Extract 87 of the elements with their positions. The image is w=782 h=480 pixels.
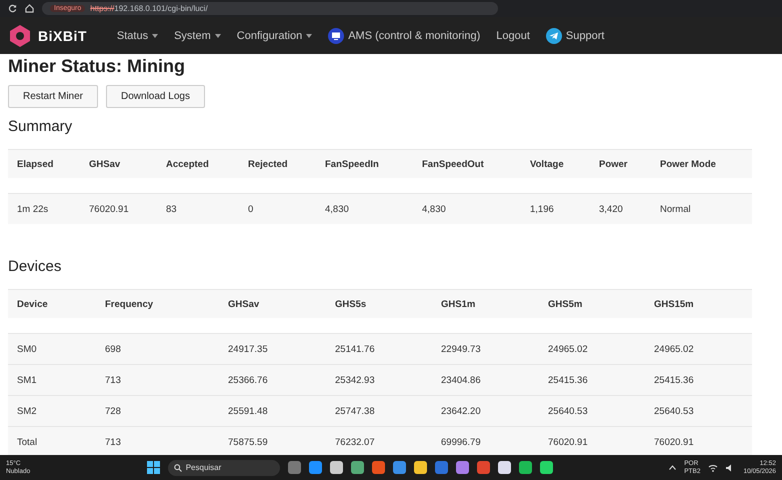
table-cell-text: 24917.35 bbox=[228, 344, 269, 354]
table-cell-text: 25141.76 bbox=[335, 344, 376, 354]
app-icon[interactable] bbox=[330, 461, 343, 474]
column-header: GHS5s bbox=[335, 298, 368, 310]
table-cell-text: 25640.53 bbox=[548, 406, 589, 416]
table-cell-text: 25747.38 bbox=[335, 406, 376, 416]
table-cell-text: 713 bbox=[105, 436, 122, 448]
table-cell-text: 25415.36 bbox=[654, 374, 695, 386]
nav-item[interactable]: System bbox=[166, 30, 229, 42]
app-icon[interactable] bbox=[414, 461, 427, 474]
table-cell-text: 25415.36 bbox=[548, 374, 589, 386]
table-cell-text: 76020.91 bbox=[654, 436, 695, 448]
table-cell-text: 3,420 bbox=[599, 204, 624, 214]
column-header: GHS5m bbox=[548, 298, 584, 310]
app-icon[interactable] bbox=[518, 461, 532, 474]
refresh-icon[interactable] bbox=[8, 4, 17, 13]
column-header: Voltage bbox=[530, 158, 565, 170]
table-cell-text: 23642.20 bbox=[441, 406, 482, 416]
caret-icon bbox=[214, 34, 221, 38]
column-header: Accepted bbox=[166, 158, 210, 170]
app-icon[interactable] bbox=[350, 461, 364, 474]
table-cell-text: 25342.93 bbox=[335, 374, 376, 386]
column-header: FanSpeedIn bbox=[325, 158, 380, 170]
logo-icon bbox=[8, 24, 32, 48]
table-cell-text: 76232.07 bbox=[335, 436, 376, 448]
chevron-icon[interactable] bbox=[669, 465, 676, 470]
table-cell-text: 25640.53 bbox=[654, 406, 695, 416]
table-cell-text: 23404.86 bbox=[441, 374, 482, 386]
app-icon[interactable] bbox=[456, 461, 469, 474]
nav-item[interactable]: Support bbox=[538, 28, 612, 44]
column-header: Power Mode bbox=[660, 158, 717, 170]
paper-plane-icon bbox=[546, 28, 562, 44]
table-cell-text: 25366.76 bbox=[228, 374, 269, 386]
app-icon[interactable] bbox=[308, 461, 322, 474]
table-cell-text: 728 bbox=[105, 406, 122, 416]
windows-icon[interactable] bbox=[146, 461, 160, 474]
column-header: Rejected bbox=[248, 158, 289, 170]
table-cell-text: 75875.59 bbox=[228, 436, 269, 448]
table-cell-text: 24965.02 bbox=[654, 344, 695, 354]
caret-icon bbox=[152, 34, 158, 38]
table-cell-text: 713 bbox=[105, 374, 122, 386]
table-cell-text: 1,196 bbox=[530, 204, 555, 214]
app-icon[interactable] bbox=[498, 461, 511, 474]
table-cell-text: 76020.91 bbox=[89, 204, 130, 214]
table-cell-text: 698 bbox=[105, 344, 122, 354]
column-header: GHS1m bbox=[441, 298, 476, 310]
section-heading: Summary bbox=[8, 118, 74, 135]
section-heading: Devices bbox=[8, 258, 62, 275]
table-cell-text: 4,830 bbox=[325, 204, 350, 214]
action-button[interactable]: Restart Miner bbox=[8, 85, 98, 108]
column-header: Device bbox=[17, 298, 49, 310]
column-header: Elapsed bbox=[17, 158, 54, 170]
search-field[interactable]: Pesquisar bbox=[168, 460, 280, 476]
column-header: GHSav bbox=[89, 158, 122, 170]
table-cell-text: 0 bbox=[248, 204, 254, 214]
search-icon bbox=[174, 464, 182, 472]
logo-text: BiXBiT bbox=[38, 28, 87, 44]
home-icon[interactable] bbox=[25, 4, 34, 13]
column-header: Frequency bbox=[105, 298, 154, 310]
caret-icon bbox=[306, 34, 312, 38]
column-header: GHS15m bbox=[654, 298, 695, 310]
table-cell-text: SM2 bbox=[17, 406, 38, 416]
app-icon[interactable] bbox=[540, 461, 553, 474]
table-cell-text: 1m 22s bbox=[17, 204, 50, 214]
column-header: FanSpeedOut bbox=[422, 158, 485, 170]
table-cell-text: Total bbox=[17, 436, 38, 448]
table-cell-text: 24965.02 bbox=[548, 344, 589, 354]
table-cell-text: 83 bbox=[166, 204, 178, 214]
nav-item[interactable]: Logout bbox=[488, 30, 538, 42]
table-cell-text: SM1 bbox=[17, 374, 38, 386]
nav-item[interactable]: Configuration bbox=[228, 30, 320, 42]
nav-item[interactable]: Status bbox=[108, 30, 166, 42]
table-cell-text: Normal bbox=[660, 204, 692, 214]
monitor-icon bbox=[328, 28, 344, 44]
table-cell-text: 76020.91 bbox=[548, 436, 589, 448]
page-title: Miner Status: Mining bbox=[8, 55, 186, 77]
action-button[interactable]: Download Logs bbox=[106, 85, 205, 108]
table-cell-text: 69996.79 bbox=[441, 436, 482, 448]
table-cell-text: 22949.73 bbox=[441, 344, 482, 354]
column-header: Power bbox=[599, 158, 629, 170]
wifi-icon[interactable] bbox=[708, 464, 718, 472]
table-cell-text: 25591.48 bbox=[228, 406, 269, 416]
table-cell-text: 4,830 bbox=[422, 204, 447, 214]
table-cell-text: SM0 bbox=[17, 344, 38, 354]
column-header: GHSav bbox=[228, 298, 260, 310]
nav-item[interactable]: AMS (control & monitoring) bbox=[320, 28, 488, 44]
url-text: https://192.168.0.101/cgi-bin/luci/ bbox=[90, 4, 208, 13]
